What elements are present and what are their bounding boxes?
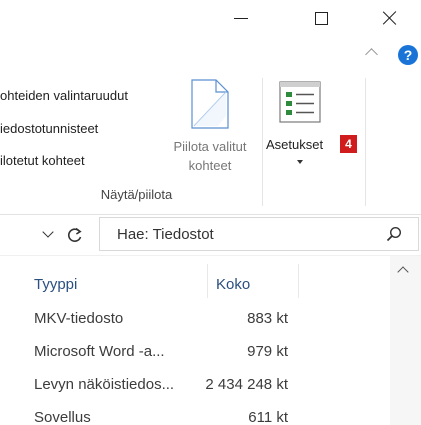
file-type: Microsoft Word -a...	[34, 343, 165, 360]
list-top-border	[0, 255, 421, 256]
file-size: 979 kt	[247, 343, 288, 360]
show-hide-group-label: Näytä/piilota	[100, 187, 173, 202]
file-type: MKV-tiedosto	[34, 310, 124, 327]
hide-selected-button[interactable]: Piilota valitut kohteet	[152, 137, 268, 175]
column-divider[interactable]	[207, 264, 208, 298]
list-item[interactable]: Microsoft Word -a... 979 kt	[0, 338, 390, 368]
ribbon-separator	[365, 78, 366, 206]
hidden-items-option[interactable]: ilotetut kohteet	[0, 153, 85, 168]
search-input-text: Hae: Tiedostot	[117, 226, 214, 243]
ribbon-separator	[262, 78, 263, 206]
search-icon[interactable]	[386, 226, 402, 242]
file-type: Sovellus	[34, 409, 91, 425]
column-header-size[interactable]: Koko	[216, 276, 250, 293]
help-button[interactable]: ?	[398, 45, 418, 65]
settings-button[interactable]: Asetukset	[266, 137, 323, 152]
file-extensions-option[interactable]: iedostotunnisteet	[0, 121, 98, 136]
vertical-scrollbar[interactable]	[390, 256, 421, 425]
minimize-icon	[234, 17, 248, 19]
ribbon-bottom-border	[0, 214, 421, 215]
settings-dropdown-icon[interactable]	[297, 160, 303, 164]
maximize-button[interactable]	[298, 0, 344, 36]
column-header-type[interactable]: Tyyppi	[34, 276, 77, 293]
close-button[interactable]	[367, 0, 413, 36]
list-item[interactable]: MKV-tiedosto 883 kt	[0, 305, 390, 335]
address-history-chevron-icon[interactable]	[42, 226, 54, 238]
maximize-icon	[314, 11, 328, 25]
item-checkboxes-option[interactable]: ohteiden valintaruudut	[0, 88, 128, 103]
collapse-ribbon-icon[interactable]	[365, 48, 378, 61]
column-divider[interactable]	[298, 264, 299, 298]
file-type: Levyn näköistiedos...	[34, 376, 175, 393]
close-icon	[383, 11, 397, 25]
file-size: 611 kt	[248, 409, 288, 425]
minimize-button[interactable]	[218, 0, 264, 36]
list-item[interactable]: Levyn näköistiedos... 2 434 248 kt	[0, 371, 390, 401]
refresh-icon[interactable]	[66, 226, 84, 244]
file-size: 883 kt	[247, 310, 288, 327]
settings-list-icon[interactable]	[278, 80, 324, 126]
list-item[interactable]: Sovellus 611 kt	[0, 404, 390, 425]
file-size: 2 434 248 kt	[205, 376, 288, 393]
hide-selected-document-icon[interactable]	[188, 78, 232, 130]
settings-badge: 4	[340, 135, 357, 153]
